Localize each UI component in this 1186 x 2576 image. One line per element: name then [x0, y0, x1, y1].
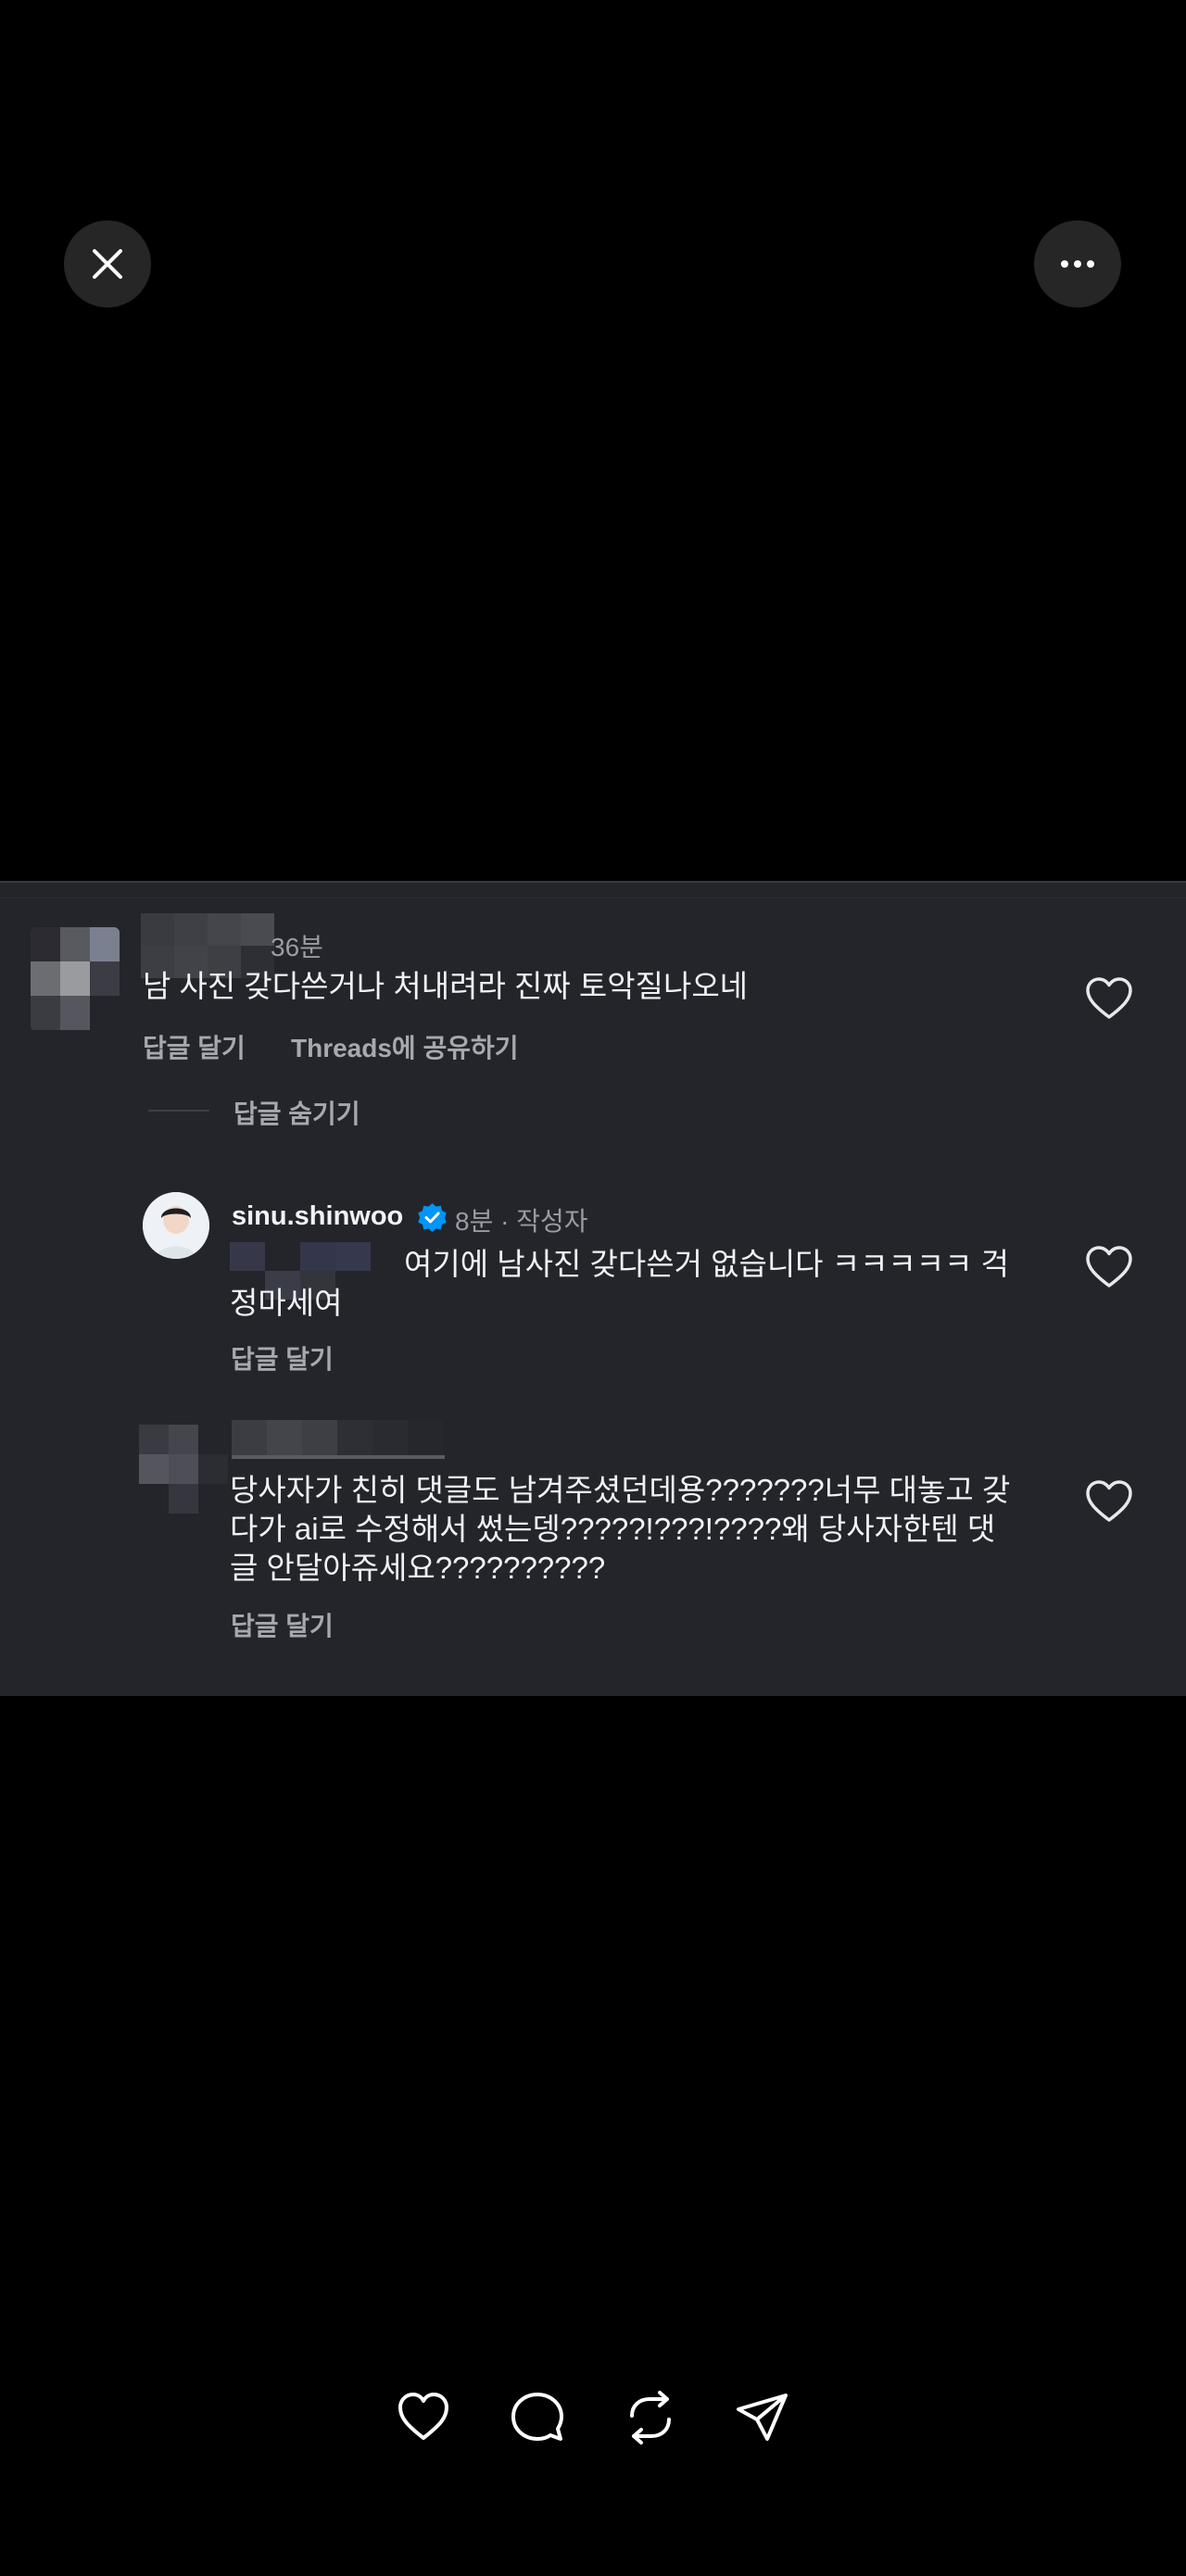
username-blurred: [232, 1420, 445, 1459]
username-underline-blurred: [232, 1455, 445, 1459]
like-heart-icon[interactable]: [1085, 1245, 1133, 1289]
author-username[interactable]: sinu.shinwoo: [232, 1201, 403, 1232]
reply-button[interactable]: 답글 달기: [143, 1028, 246, 1065]
comment-time: 36분: [271, 933, 323, 961]
comment-text-line3: 글 안달아쥬세요??????????: [230, 1551, 606, 1585]
more-horizontal-icon: [1061, 260, 1094, 268]
repost-icon[interactable]: [623, 2390, 678, 2445]
author-avatar[interactable]: [143, 1192, 209, 1259]
comment-text: 남 사진 갖다쓴거나 처내려라 진짜 토악질나오네: [143, 969, 749, 1003]
avatar-blurred: [139, 1425, 228, 1514]
hide-replies-button[interactable]: 답글 숨기기: [233, 1094, 360, 1131]
like-heart-icon[interactable]: [1085, 1479, 1133, 1524]
like-heart-icon[interactable]: [1085, 976, 1133, 1021]
comment-text-line2: 정마세여: [230, 1286, 343, 1320]
more-options-button[interactable]: [1034, 220, 1121, 308]
comment-meta: 8분 · 작성자: [455, 1207, 588, 1236]
reply-button[interactable]: 답글 달기: [231, 1339, 334, 1376]
replies-line: [148, 1110, 209, 1112]
close-icon: [93, 249, 122, 279]
comment-text-line1: 여기에 남사진 갖다쓴거 없습니다 ㅋㅋㅋㅋㅋ 걱: [404, 1247, 1010, 1281]
bottom-action-bar: [0, 2390, 1186, 2455]
share-threads-button[interactable]: Threads에 공유하기: [291, 1028, 519, 1065]
verified-badge-icon: [418, 1203, 447, 1232]
avatar-blurred: [31, 927, 120, 1031]
comment-text-line1: 당사자가 친히 댓글도 남겨주셨던데용???????너무 대놓고 갖: [230, 1473, 1011, 1507]
close-button[interactable]: [64, 220, 151, 308]
send-icon[interactable]: [735, 2390, 790, 2445]
reply-button[interactable]: 답글 달기: [231, 1606, 334, 1643]
heart-icon[interactable]: [396, 2390, 451, 2445]
comment-text-line2: 다가 ai로 수정해서 썼는뎅?????!???!????왜 당사자한텐 댓: [230, 1512, 996, 1546]
comment-icon[interactable]: [510, 2390, 565, 2445]
comments-panel: 36분 남 사진 갖다쓴거나 처내려라 진짜 토악질나오네 답글 달기 Thre…: [0, 881, 1186, 1696]
